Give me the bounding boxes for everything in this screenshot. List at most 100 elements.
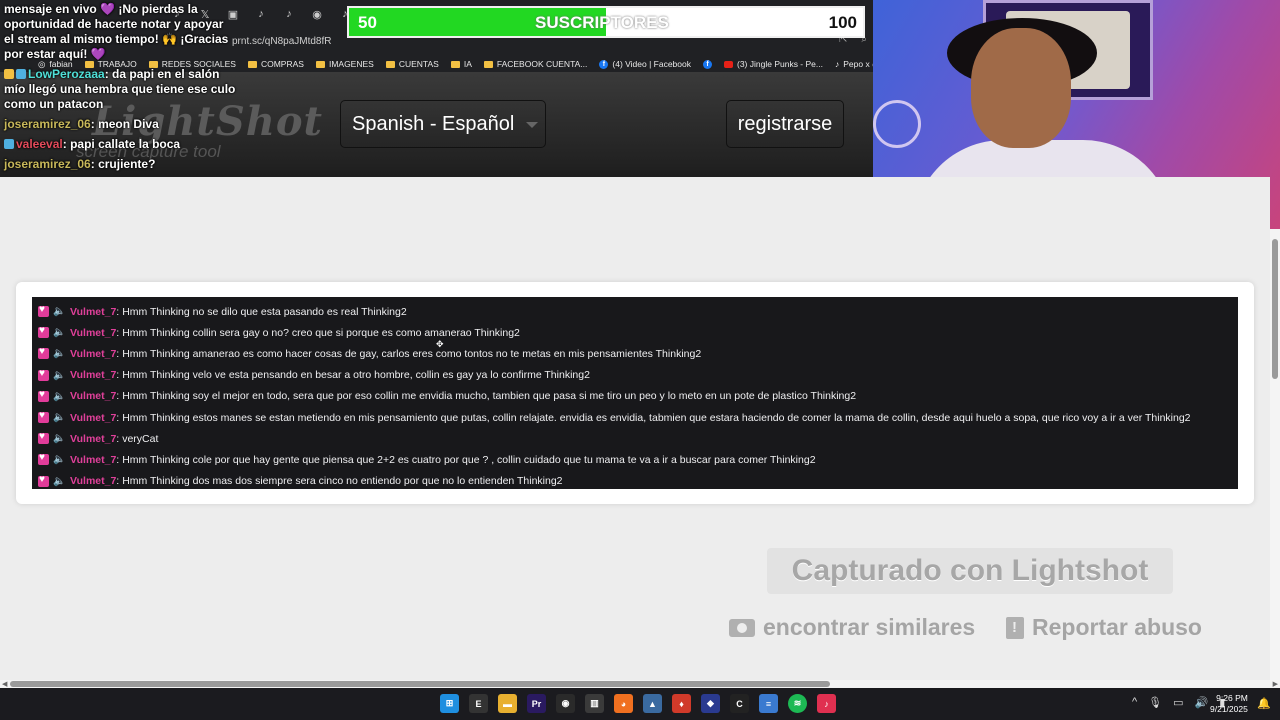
taskbar-clock[interactable]: 9:26 PM 9/21/2025 <box>1210 693 1248 715</box>
folder-icon <box>385 60 395 68</box>
scroll-left-icon[interactable]: ◀ <box>2 680 7 688</box>
chat-log-colon: : <box>116 390 120 403</box>
muted-speaker-icon: 🔈 <box>53 454 66 466</box>
chat-log-username[interactable]: Vulmet_7 <box>70 475 116 487</box>
chat-log-username[interactable]: Vulmet_7 <box>70 390 116 402</box>
tiktok-icon[interactable]: ♪ <box>254 7 268 21</box>
chat-log-row: 🔈 Vulmet_7:Hmm Thinking dos mas dos siemp… <box>32 471 1238 492</box>
chat-separator: : <box>104 67 113 81</box>
vertical-scroll-thumb[interactable] <box>1272 239 1278 379</box>
folder-icon <box>450 60 460 68</box>
capcut-icon[interactable]: C <box>730 694 749 713</box>
network-icon[interactable]: ▭ <box>1173 696 1183 709</box>
stream-chat-message: valeeval: papi callate la boca <box>4 137 236 152</box>
chrome-icon[interactable]: ◉ <box>556 694 575 713</box>
chat-log-username[interactable]: Vulmet_7 <box>70 369 116 381</box>
chrome-icon[interactable]: ◉ <box>310 7 324 21</box>
notepad-icon[interactable]: ≡ <box>759 694 778 713</box>
windows-start-icon[interactable]: ⊞ <box>440 694 459 713</box>
chat-log-colon: : <box>116 453 120 466</box>
chat-log-username[interactable]: Vulmet_7 <box>70 306 116 318</box>
notification-bell-icon[interactable]: 🔔 <box>1257 697 1271 710</box>
bookmark-item[interactable]: f (4) Video | Facebook <box>599 59 691 69</box>
vertical-scrollbar[interactable] <box>1270 229 1280 680</box>
chat-log-username[interactable]: Vulmet_7 <box>70 348 116 360</box>
message-text: mensaje en vivo 💜 ¡No pierdas la oportun… <box>4 2 229 61</box>
muted-speaker-icon: 🔈 <box>53 306 66 318</box>
bookmark-item[interactable]: f <box>703 59 712 69</box>
chat-log-colon: : <box>116 347 120 360</box>
bookmark-item[interactable]: IA <box>450 59 472 69</box>
chat-username: joseramirez_06 <box>4 157 91 171</box>
volume-icon[interactable]: 🔊 <box>1195 696 1209 709</box>
chat-log-username[interactable]: Vulmet_7 <box>70 433 116 445</box>
chat-log-row: 🔈 Vulmet_7:Hmm Thinking amanerao es como … <box>32 343 1238 364</box>
chat-log-colon: : <box>116 326 120 339</box>
heart-badge-icon <box>38 452 49 466</box>
chat-log-message: Hmm Thinking no se dilo que esta pasando… <box>122 305 407 318</box>
language-select[interactable]: Spanish - Español <box>340 100 546 148</box>
find-similar-link[interactable]: encontrar similares <box>729 614 975 641</box>
horizontal-scrollbar[interactable]: ◀ ▶ <box>0 680 1280 688</box>
chat-log-username[interactable]: Vulmet_7 <box>70 327 116 339</box>
epic-games-icon[interactable]: E <box>469 694 488 713</box>
recycle-bin-icon[interactable]: ▥ <box>585 694 604 713</box>
brave-icon[interactable]: ♦ <box>672 694 691 713</box>
chat-log-username[interactable]: Vulmet_7 <box>70 412 116 424</box>
report-abuse-label: Reportar abuso <box>1032 614 1202 640</box>
youtube-icon <box>724 60 733 68</box>
mouse-cursor-icon: ✥ <box>436 339 444 349</box>
subscriber-current: 50 <box>358 13 377 32</box>
heart-badge-icon <box>38 325 49 339</box>
language-value: Spanish - Español <box>352 112 515 135</box>
horizontal-scroll-thumb[interactable] <box>10 681 830 687</box>
folder-icon <box>483 60 493 68</box>
bookmark-item[interactable]: IMAGENES <box>315 59 374 69</box>
chat-separator: : <box>90 117 99 131</box>
muted-speaker-icon: 🔈 <box>53 327 66 339</box>
chat-separator: : <box>90 157 99 171</box>
muted-speaker-icon: 🔈 <box>53 390 66 402</box>
photos-icon[interactable]: ▲ <box>643 694 662 713</box>
captured-with-lightshot-button[interactable]: Capturado con Lightshot <box>767 548 1173 594</box>
premiere-icon[interactable]: Pr <box>527 694 546 713</box>
url-text: prnt.sc/qN8paJMtd8fR <box>232 35 332 47</box>
message-text: papi callate la boca <box>70 137 181 151</box>
heart-badge-icon <box>38 389 49 402</box>
bookmark-item[interactable]: CUENTAS <box>385 59 439 69</box>
muted-speaker-icon: 🔈 <box>53 475 66 487</box>
chat-log-colon: : <box>116 411 120 424</box>
file-explorer-icon[interactable]: ▬ <box>498 694 517 713</box>
microphone-icon[interactable]: 🎙 <box>1148 696 1162 709</box>
bookmark-item[interactable]: COMPRAS <box>247 59 304 69</box>
tiktok-icon[interactable]: ♪ <box>282 7 296 21</box>
chat-log-colon: : <box>116 432 120 445</box>
scroll-right-icon[interactable]: ▶ <box>1273 680 1278 688</box>
folder-icon <box>315 60 325 68</box>
chat-separator: : <box>62 137 71 151</box>
muted-speaker-icon: 🔈 <box>53 369 66 381</box>
heart-badge-icon <box>38 410 49 424</box>
chat-log-username[interactable]: Vulmet_7 <box>70 454 116 466</box>
bookmark-item[interactable]: FACEBOOK CUENTA... <box>483 59 587 69</box>
chat-log-row: 🔈 Vulmet_7:veryCat <box>32 428 1238 449</box>
subscriber-goal: 100 <box>828 13 857 32</box>
bookmark-item[interactable]: (3) Jingle Punks - Pe... <box>724 59 823 69</box>
subscriber-goal-bar: 50 SUSCRIPTORES 100 <box>347 6 865 38</box>
taskbar-apps: ⊞ E ▬ Pr ◉ ▥ ◕ ▲ ♦ ◆ C ≡ ≋ ♪ <box>440 694 836 713</box>
spotify-icon[interactable]: ≋ <box>788 694 807 713</box>
tiktok-icon[interactable]: ♪ <box>817 694 836 713</box>
clock-time: 9:26 PM <box>1216 693 1248 703</box>
app-icon[interactable]: ◆ <box>701 694 720 713</box>
message-text: meon Diva <box>98 117 159 131</box>
streamer-face <box>971 28 1071 148</box>
heart-badge-icon <box>38 431 49 445</box>
stream-chat-message: joseramirez_06: crujiente? <box>4 157 236 172</box>
screenshot-chat-log[interactable]: 🔈Vulmet_7:Hmm Thinking no se dilo que es… <box>32 297 1238 489</box>
bookmark-item[interactable]: ♪Pepo x @kazu.oficia... <box>835 59 873 69</box>
register-button[interactable]: registrarse <box>726 100 844 148</box>
firefox-icon[interactable]: ◕ <box>614 694 633 713</box>
chat-log-row: 🔈 Vulmet_7:Hmm Thinking collin sera gay o… <box>32 322 1238 343</box>
report-abuse-link[interactable]: Reportar abuso <box>1006 614 1202 641</box>
chevron-up-icon[interactable]: ^ <box>1132 696 1137 709</box>
